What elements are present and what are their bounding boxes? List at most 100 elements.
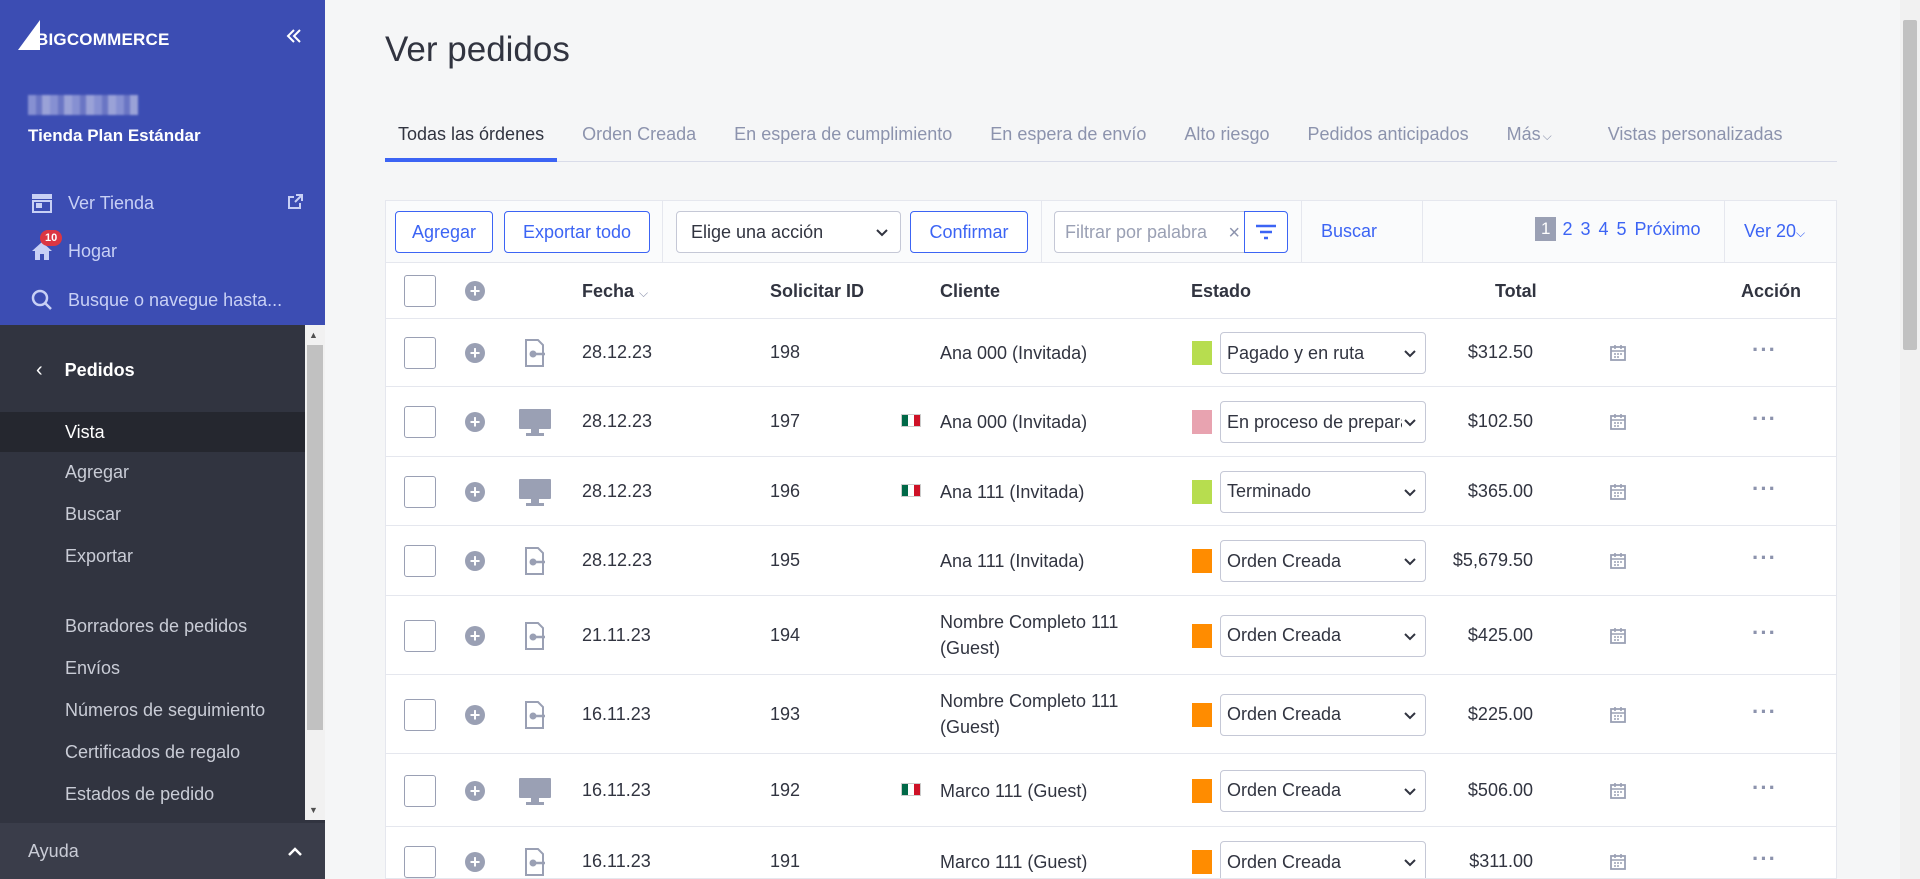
page-scrollbar-thumb[interactable] — [1903, 20, 1917, 350]
order-id[interactable]: 198 — [770, 342, 800, 363]
order-id[interactable]: 197 — [770, 411, 800, 432]
expand-row-icon[interactable]: + — [465, 780, 485, 801]
order-status-select[interactable]: Orden Creada — [1220, 540, 1426, 582]
table-row[interactable]: +16.11.23 193 Nombre Completo 111 (Guest) Or… — [386, 675, 1836, 754]
order-status-select[interactable]: Orden Creada — [1220, 693, 1426, 736]
order-status-select[interactable]: Orden Creada — [1220, 614, 1426, 657]
sidebar-item-gift-certificates[interactable]: Certificados de regalo — [65, 742, 240, 763]
more-actions-icon[interactable]: ··· — [1752, 775, 1777, 801]
table-row[interactable]: +28.12.23 196 Ana 111 (Invitada) Terminado $… — [386, 457, 1836, 526]
view-store-link[interactable]: Ver Tienda — [28, 189, 154, 217]
order-id[interactable]: 194 — [770, 625, 800, 646]
per-page-select[interactable]: Ver 20⌵ — [1744, 221, 1805, 242]
tab-more[interactable]: Más ⌵ — [1494, 118, 1565, 162]
calendar-icon[interactable] — [1609, 552, 1627, 570]
date-column-header[interactable]: Fecha ⌵ — [582, 281, 648, 302]
filter-options-button[interactable] — [1244, 211, 1288, 253]
add-order-button[interactable]: Agregar — [395, 211, 493, 253]
collapse-sidebar-icon[interactable] — [282, 26, 306, 50]
row-checkbox[interactable] — [404, 406, 436, 438]
more-actions-icon[interactable]: ··· — [1752, 406, 1777, 432]
table-row[interactable]: +28.12.23 198 Ana 000 (Invitada) Pagado y e… — [386, 319, 1836, 387]
external-link-icon[interactable] — [286, 193, 304, 211]
customer-name[interactable]: Nombre Completo 111 — [940, 691, 1118, 712]
bulk-action-select[interactable]: Elige una acción — [676, 211, 901, 253]
tab-awaiting-shipment[interactable]: En espera de envío — [977, 118, 1159, 162]
order-id[interactable]: 196 — [770, 481, 800, 502]
page-4[interactable]: 4 — [1599, 219, 1609, 240]
order-status-select[interactable]: Orden Creada — [1220, 841, 1426, 878]
page-5[interactable]: 5 — [1617, 219, 1627, 240]
sidebar-item-draft-orders[interactable]: Borradores de pedidos — [65, 616, 247, 637]
page-1[interactable]: 1 — [1535, 217, 1557, 241]
row-checkbox[interactable] — [404, 475, 436, 508]
table-row[interactable]: +16.11.23 192 Marco 111 (Guest) Orden Cread… — [386, 754, 1836, 827]
customer-name[interactable]: Ana 111 (Invitada) — [940, 482, 1084, 503]
expand-row-icon[interactable]: + — [465, 625, 485, 646]
expand-row-icon[interactable]: + — [465, 551, 485, 571]
customer-name[interactable]: Ana 000 (Invitada) — [940, 412, 1087, 433]
order-id[interactable]: 191 — [770, 851, 800, 872]
tab-preorders[interactable]: Pedidos anticipados — [1294, 118, 1481, 162]
customer-name[interactable]: Nombre Completo 111 — [940, 612, 1118, 633]
row-checkbox[interactable] — [404, 337, 436, 369]
sidebar-item-order-statuses[interactable]: Estados de pedido — [65, 784, 214, 805]
customer-name[interactable]: Marco 111 (Guest) — [940, 852, 1087, 873]
order-status-select[interactable]: En proceso de preparación — [1220, 401, 1426, 443]
tab-high-risk[interactable]: Alto riesgo — [1171, 118, 1282, 162]
bigcommerce-logo[interactable]: BIGCOMMERCE — [18, 18, 169, 52]
expand-row-icon[interactable]: + — [465, 704, 485, 725]
more-actions-icon[interactable]: ··· — [1752, 545, 1777, 571]
next-page-link[interactable]: Próximo — [1635, 219, 1701, 240]
tab-order-created[interactable]: Orden Creada — [569, 118, 709, 162]
scroll-up-arrow-icon[interactable]: ▲ — [309, 330, 318, 340]
search-link[interactable]: Buscar — [1321, 221, 1377, 242]
calendar-icon[interactable] — [1609, 413, 1627, 431]
page-2[interactable]: 2 — [1562, 219, 1572, 240]
sidebar-item-view[interactable]: Vista — [0, 412, 305, 452]
tab-all-orders[interactable]: Todas las órdenes — [385, 118, 558, 162]
row-checkbox[interactable] — [404, 619, 436, 652]
search-navigate[interactable]: Busque o navegue hasta... — [28, 286, 282, 314]
more-actions-icon[interactable]: ··· — [1752, 620, 1777, 646]
clear-filter-icon[interactable]: × — [1228, 222, 1240, 245]
customer-name[interactable]: Marco 111 (Guest) — [940, 781, 1087, 802]
row-checkbox[interactable] — [404, 545, 436, 577]
export-all-button[interactable]: Exportar todo — [504, 211, 650, 253]
filter-input[interactable]: Filtrar por palabra × — [1054, 211, 1244, 253]
row-checkbox[interactable] — [404, 698, 436, 731]
more-actions-icon[interactable]: ··· — [1752, 699, 1777, 725]
calendar-icon[interactable] — [1609, 627, 1627, 645]
tab-custom-views[interactable]: Vistas personalizadas — [1595, 118, 1796, 162]
page-3[interactable]: 3 — [1580, 219, 1590, 240]
tab-awaiting-fulfillment[interactable]: En espera de cumplimiento — [721, 118, 965, 162]
expand-all-icon[interactable]: + — [465, 281, 485, 301]
sidebar-scrollbar-thumb[interactable] — [307, 345, 323, 730]
expand-row-icon[interactable]: + — [465, 343, 485, 363]
order-id[interactable]: 192 — [770, 780, 800, 801]
expand-row-icon[interactable]: + — [465, 852, 485, 872]
order-status-select[interactable]: Orden Creada — [1220, 769, 1426, 812]
row-checkbox[interactable] — [404, 846, 436, 878]
calendar-icon[interactable] — [1609, 782, 1627, 800]
calendar-icon[interactable] — [1609, 344, 1627, 362]
expand-row-icon[interactable]: + — [465, 481, 485, 502]
sidebar-item-shipments[interactable]: Envíos — [65, 658, 120, 679]
table-row[interactable]: +28.12.23 195 Ana 111 (Invitada) Orden Crea… — [386, 526, 1836, 596]
sidebar-item-export[interactable]: Exportar — [65, 546, 133, 567]
order-status-select[interactable]: Terminado — [1220, 470, 1426, 513]
scroll-down-arrow-icon[interactable]: ▼ — [309, 805, 318, 815]
table-row[interactable]: +21.11.23 194 Nombre Completo 111 (Guest) Or… — [386, 596, 1836, 675]
sidebar-item-add[interactable]: Agregar — [65, 462, 129, 483]
more-actions-icon[interactable]: ··· — [1752, 476, 1777, 502]
order-id[interactable]: 195 — [770, 550, 800, 571]
calendar-icon[interactable] — [1609, 706, 1627, 724]
calendar-icon[interactable] — [1609, 483, 1627, 501]
sidebar-item-search[interactable]: Buscar — [65, 504, 121, 525]
table-row[interactable]: +16.11.23 191 Marco 111 (Guest) Orden Cread… — [386, 827, 1836, 878]
orders-section-header[interactable]: ‹ Pedidos — [0, 345, 305, 395]
order-id[interactable]: 193 — [770, 704, 800, 725]
sidebar-item-tracking-numbers[interactable]: Números de seguimiento — [65, 700, 265, 721]
more-actions-icon[interactable]: ··· — [1752, 846, 1777, 872]
expand-row-icon[interactable]: + — [465, 412, 485, 432]
